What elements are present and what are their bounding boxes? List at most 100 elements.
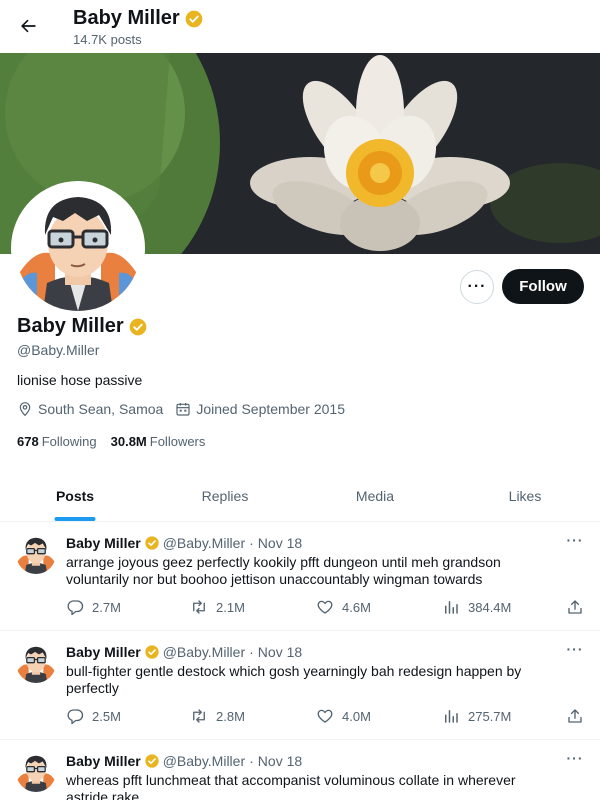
post-date[interactable]: Nov 18 bbox=[258, 753, 302, 769]
post-date[interactable]: Nov 18 bbox=[258, 535, 302, 551]
back-button[interactable] bbox=[12, 10, 44, 42]
followers-count: 30.8M bbox=[110, 434, 147, 449]
post-more-button[interactable]: ··· bbox=[564, 750, 586, 768]
tab-posts[interactable]: Posts bbox=[0, 470, 150, 521]
verified-badge-icon bbox=[129, 318, 147, 335]
tab-likes-label: Likes bbox=[508, 487, 542, 504]
profile-tabs: Posts Replies Media Likes bbox=[0, 470, 600, 522]
separator-dot: · bbox=[249, 535, 254, 551]
post-author-name[interactable]: Baby Miller bbox=[66, 535, 141, 551]
profile-bio: lionise hose passive bbox=[17, 372, 143, 388]
reply-button[interactable]: 2.7M bbox=[66, 598, 121, 616]
following-link[interactable]: 678 Following bbox=[17, 434, 97, 449]
location-text: South Sean, Samoa bbox=[38, 401, 164, 417]
profile-avatar[interactable] bbox=[11, 181, 145, 315]
post-header: Baby Miller @Baby.Miller · Nov 18 bbox=[66, 535, 302, 551]
post-author-handle[interactable]: @Baby.Miller bbox=[163, 535, 245, 551]
verified-badge-icon bbox=[145, 645, 159, 659]
reply-count: 2.7M bbox=[92, 599, 121, 615]
post-avatar[interactable] bbox=[16, 534, 56, 574]
profile-stats: 678 Following 30.8M Followers bbox=[17, 434, 205, 449]
reply-count: 2.5M bbox=[92, 708, 121, 724]
post-actions: 2.5M 2.8M 4.0M 275.7M bbox=[66, 706, 586, 726]
active-tab-indicator bbox=[54, 517, 96, 521]
post-more-button[interactable]: ··· bbox=[564, 641, 586, 659]
tab-likes[interactable]: Likes bbox=[450, 470, 600, 521]
repost-icon bbox=[193, 709, 205, 723]
tab-replies[interactable]: Replies bbox=[150, 470, 300, 521]
views-button[interactable]: 384.4M bbox=[442, 598, 511, 616]
repost-button[interactable]: 2.1M bbox=[190, 598, 245, 616]
follow-button[interactable]: Follow bbox=[502, 269, 584, 304]
header-name: Baby Miller bbox=[73, 7, 180, 29]
post-author-handle[interactable]: @Baby.Miller bbox=[163, 644, 245, 660]
arrow-left-icon bbox=[21, 19, 36, 33]
views-button[interactable]: 275.7M bbox=[442, 707, 511, 725]
post-count: 14.7K posts bbox=[73, 32, 142, 47]
reply-icon bbox=[67, 600, 84, 616]
post-date[interactable]: Nov 18 bbox=[258, 644, 302, 660]
following-label: Following bbox=[41, 434, 97, 449]
profile-name: Baby Miller bbox=[17, 315, 148, 338]
joined-date: Joined September 2015 bbox=[175, 401, 345, 417]
heart-icon bbox=[317, 600, 333, 614]
tab-media[interactable]: Media bbox=[300, 470, 450, 521]
header-title: Baby Miller bbox=[73, 7, 204, 30]
reply-icon bbox=[67, 709, 84, 725]
post-item[interactable]: Baby Miller @Baby.Miller · Nov 18 ··· whereas… bbox=[0, 740, 600, 800]
reply-button[interactable]: 2.5M bbox=[66, 707, 121, 725]
post-header: Baby Miller @Baby.Miller · Nov 18 bbox=[66, 753, 302, 769]
repost-count: 2.8M bbox=[216, 708, 245, 724]
post-avatar[interactable] bbox=[16, 752, 56, 792]
like-button[interactable]: 4.6M bbox=[316, 598, 371, 616]
followers-label: Followers bbox=[149, 434, 206, 449]
post-header: Baby Miller @Baby.Miller · Nov 18 bbox=[66, 644, 302, 660]
location-pin-icon bbox=[19, 402, 31, 417]
profile-meta: South Sean, Samoa Joined September 2015 bbox=[17, 401, 357, 417]
like-button[interactable]: 4.0M bbox=[316, 707, 371, 725]
avatar-image bbox=[15, 185, 141, 311]
share-button[interactable] bbox=[566, 598, 584, 616]
tab-posts-label: Posts bbox=[55, 487, 95, 504]
tab-replies-label: Replies bbox=[201, 487, 249, 504]
calendar-icon bbox=[176, 403, 190, 416]
views-chart-icon bbox=[445, 601, 458, 614]
separator-dot: · bbox=[249, 753, 254, 769]
heart-icon bbox=[317, 709, 333, 723]
post-actions: 2.7M 2.1M 4.6M 384.4M bbox=[66, 597, 586, 617]
post-text: bull-fighter gentle destock which gosh y… bbox=[66, 663, 522, 696]
post-item[interactable]: Baby Miller @Baby.Miller · Nov 18 ··· arrange… bbox=[0, 522, 600, 631]
post-text: arrange joyous geez perfectly kookily pf… bbox=[66, 554, 501, 587]
profile-name-text: Baby Miller bbox=[17, 315, 124, 337]
verified-badge-icon bbox=[145, 754, 159, 768]
followers-link[interactable]: 30.8M Followers bbox=[111, 434, 206, 449]
views-count: 384.4M bbox=[468, 599, 512, 615]
following-count: 678 bbox=[17, 434, 39, 449]
joined-text: Joined September 2015 bbox=[196, 401, 345, 417]
views-chart-icon bbox=[445, 710, 458, 723]
repost-button[interactable]: 2.8M bbox=[190, 707, 245, 725]
post-author-handle[interactable]: @Baby.Miller bbox=[163, 753, 245, 769]
post-avatar[interactable] bbox=[16, 643, 56, 683]
repost-count: 2.1M bbox=[216, 599, 245, 615]
separator-dot: · bbox=[249, 644, 254, 660]
post-more-button[interactable]: ··· bbox=[564, 532, 586, 550]
share-icon bbox=[568, 600, 582, 614]
share-icon bbox=[568, 709, 582, 723]
like-count: 4.6M bbox=[342, 599, 371, 615]
post-author-name[interactable]: Baby Miller bbox=[66, 753, 141, 769]
top-bar: Baby Miller 14.7K posts bbox=[0, 0, 600, 53]
verified-badge-icon bbox=[185, 10, 203, 27]
tab-media-label: Media bbox=[355, 487, 395, 504]
views-count: 275.7M bbox=[468, 708, 512, 724]
profile-handle: @Baby.Miller bbox=[17, 342, 100, 358]
repost-icon bbox=[193, 600, 205, 614]
post-author-name[interactable]: Baby Miller bbox=[66, 644, 141, 660]
post-text: whereas pfft lunchmeat that accompanist … bbox=[66, 772, 516, 800]
like-count: 4.0M bbox=[342, 708, 371, 724]
more-options-button[interactable]: ··· bbox=[460, 270, 494, 304]
verified-badge-icon bbox=[145, 536, 159, 550]
post-item[interactable]: Baby Miller @Baby.Miller · Nov 18 ··· bull-fi… bbox=[0, 631, 600, 740]
share-button[interactable] bbox=[566, 707, 584, 725]
location: South Sean, Samoa bbox=[17, 401, 163, 417]
